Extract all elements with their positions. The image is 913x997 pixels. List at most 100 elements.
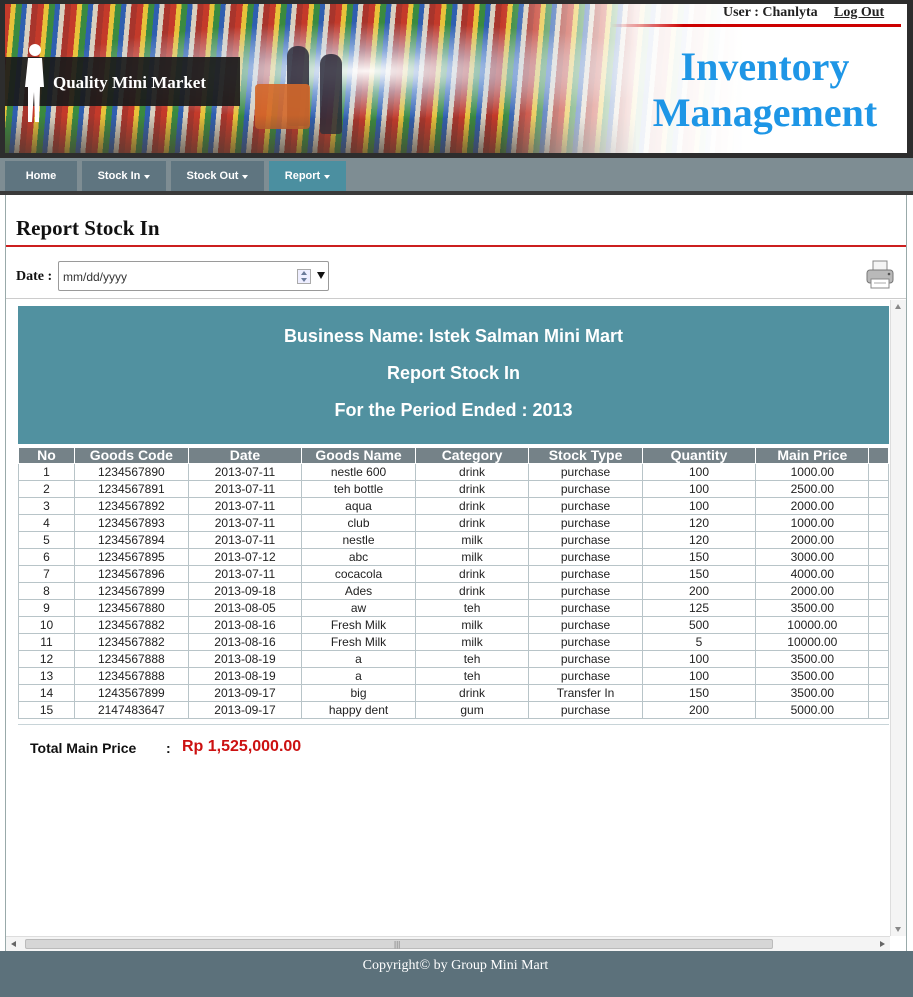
date-spin-icon[interactable] — [297, 269, 311, 284]
date-input-value: mm/dd/yyyy — [63, 270, 128, 284]
table-cell-overflow — [868, 701, 889, 719]
column-header: Goods Code — [73, 447, 189, 464]
table-cell: 5000.00 — [755, 701, 870, 719]
table-cell-overflow — [868, 633, 889, 651]
scroll-down-icon[interactable] — [895, 927, 901, 932]
report-table: No Goods Code Date Goods Name Category S… — [18, 447, 889, 719]
table-cell: 3500.00 — [755, 599, 870, 617]
table-cell-overflow — [868, 582, 889, 600]
table-cell: club — [301, 514, 416, 532]
main-nav: Home Stock In Stock Out Report — [0, 158, 913, 195]
table-cell: 3500.00 — [755, 667, 870, 685]
nav-stock-in-label: Stock In — [97, 170, 141, 182]
table-cell: 3500.00 — [755, 650, 870, 668]
table-cell-overflow — [868, 548, 889, 566]
table-cell: 2013-08-05 — [187, 599, 303, 617]
table-cell: purchase — [528, 701, 643, 719]
nav-home[interactable]: Home — [5, 161, 77, 191]
app-title-line1: Inventory — [680, 44, 850, 89]
table-cell: purchase — [528, 548, 643, 566]
table-cell: drink — [414, 582, 530, 600]
table-cell: 2000.00 — [755, 497, 870, 515]
scroll-right-icon[interactable] — [880, 941, 885, 947]
report-document: Business Name: Istek Salman Mini Mart Re… — [18, 306, 889, 938]
table-row: 14 1243567899 2013-09-17 big drink Transfer I… — [18, 684, 889, 702]
table-cell-overflow — [868, 531, 889, 549]
brand-name: Quality Mini Market — [53, 73, 206, 92]
table-cell: aw — [301, 599, 416, 617]
horizontal-scrollbar[interactable]: ||| — [6, 936, 890, 952]
table-cell: milk — [414, 548, 530, 566]
table-cell: drink — [414, 514, 530, 532]
column-header: Date — [187, 447, 303, 464]
total-colon: : — [166, 740, 171, 756]
column-header: No — [18, 447, 75, 464]
scroll-left-icon[interactable] — [11, 941, 16, 947]
table-cell: 1234567882 — [73, 633, 189, 651]
table-cell: 3500.00 — [755, 684, 870, 702]
table-cell: 2000.00 — [755, 582, 870, 600]
table-row: 9 1234567880 2013-08-05 aw teh purchase 125 350… — [18, 599, 889, 617]
table-cell: milk — [414, 633, 530, 651]
table-cell: 1234567891 — [73, 480, 189, 498]
nav-stock-in[interactable]: Stock In — [82, 161, 166, 191]
table-cell: a — [301, 667, 416, 685]
dropdown-caret-icon[interactable] — [317, 272, 325, 279]
user-label: User : Chanlyta — [723, 5, 818, 20]
table-cell: 200 — [641, 582, 757, 600]
table-cell: 1234567890 — [73, 463, 189, 481]
table-cell: 1 — [18, 463, 75, 481]
printer-icon[interactable] — [865, 259, 895, 291]
table-cell: 2147483647 — [73, 701, 189, 719]
table-cell: 4000.00 — [755, 565, 870, 583]
table-row: 6 1234567895 2013-07-12 abc milk purchase 150 3… — [18, 548, 889, 566]
report-table-body: 1 1234567890 2013-07-11 nestle 600 drink purc… — [18, 463, 889, 719]
table-row: 1 1234567890 2013-07-11 nestle 600 drink purc… — [18, 463, 889, 481]
table-cell: purchase — [528, 565, 643, 583]
scrollbar-thumb[interactable]: ||| — [25, 939, 773, 949]
table-cell: 125 — [641, 599, 757, 617]
table-cell: 2013-08-16 — [187, 633, 303, 651]
table-cell: 15 — [18, 701, 75, 719]
table-cell-overflow — [868, 616, 889, 634]
chevron-down-icon — [242, 175, 249, 179]
table-cell: 6 — [18, 548, 75, 566]
table-cell: 120 — [641, 514, 757, 532]
date-input[interactable]: mm/dd/yyyy — [58, 261, 329, 291]
table-cell: 100 — [641, 650, 757, 668]
table-cell: 120 — [641, 531, 757, 549]
scroll-up-icon[interactable] — [895, 304, 901, 309]
table-cell: aqua — [301, 497, 416, 515]
table-cell: 3 — [18, 497, 75, 515]
nav-report[interactable]: Report — [269, 161, 346, 191]
report-frame: Business Name: Istek Salman Mini Mart Re… — [6, 298, 906, 952]
table-row: 5 1234567894 2013-07-11 nestle milk purchase 1… — [18, 531, 889, 549]
table-cell: 3000.00 — [755, 548, 870, 566]
table-cell: drink — [414, 497, 530, 515]
table-cell: purchase — [528, 650, 643, 668]
table-cell: 2500.00 — [755, 480, 870, 498]
table-cell: 2 — [18, 480, 75, 498]
report-business-name: Business Name: Istek Salman Mini Mart — [283, 326, 624, 346]
table-cell: 7 — [18, 565, 75, 583]
table-row: 2 1234567891 2013-07-11 teh bottle drink purc… — [18, 480, 889, 498]
report-header: Business Name: Istek Salman Mini Mart Re… — [18, 306, 889, 444]
table-cell: 8 — [18, 582, 75, 600]
table-cell: 5 — [18, 531, 75, 549]
table-cell: 1234567893 — [73, 514, 189, 532]
table-cell: drink — [414, 684, 530, 702]
table-cell: 1234567888 — [73, 667, 189, 685]
table-cell: 1234567894 — [73, 531, 189, 549]
table-cell: 100 — [641, 480, 757, 498]
table-cell: drink — [414, 565, 530, 583]
table-cell-overflow — [868, 514, 889, 532]
nav-stock-out[interactable]: Stock Out — [171, 161, 264, 191]
table-cell: 100 — [641, 667, 757, 685]
table-cell: milk — [414, 616, 530, 634]
vertical-scrollbar[interactable] — [890, 300, 906, 936]
table-cell: 2013-08-19 — [187, 650, 303, 668]
logout-link[interactable]: Log Out — [834, 5, 884, 21]
table-cell: Ades — [301, 582, 416, 600]
table-cell: 2013-09-18 — [187, 582, 303, 600]
table-cell: purchase — [528, 480, 643, 498]
